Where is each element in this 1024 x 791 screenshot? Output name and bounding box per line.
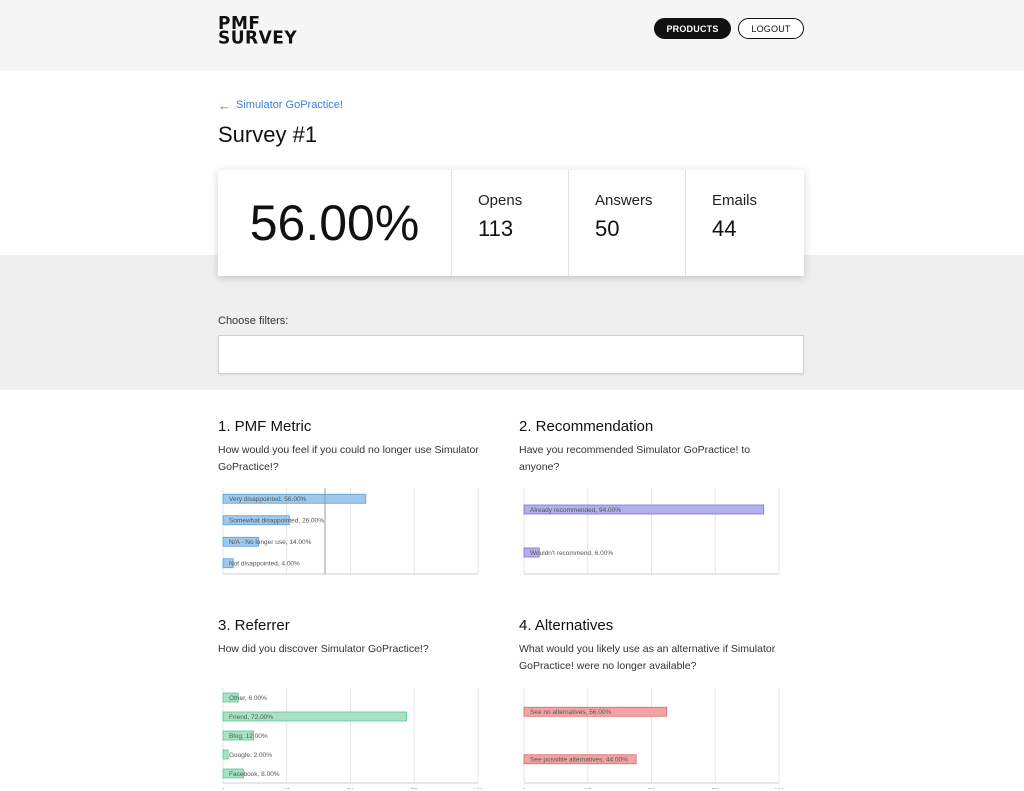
section-pmf-metric: 1. PMF Metric How would you feel if you … bbox=[218, 418, 488, 476]
top-bar: PMF SURVEY PRODUCTS LOGOUT bbox=[0, 0, 1024, 71]
bar-data-label: N/A - No longer use, 14.00% bbox=[229, 539, 312, 546]
chart-recommendation: 0255075100Already recommended, 94.00%Wou… bbox=[519, 486, 787, 578]
filters-label: Choose filters: bbox=[218, 315, 289, 327]
bar-data-label: Already recommended, 94.00% bbox=[530, 507, 621, 514]
stat-answers-value: 50 bbox=[595, 216, 620, 241]
products-button[interactable]: PRODUCTS bbox=[654, 18, 731, 39]
bar-data-label: Not disappointed, 4.00% bbox=[229, 561, 300, 568]
section-title: 1. PMF Metric bbox=[218, 418, 312, 435]
section-question: Have you recommended Simulator GoPractic… bbox=[519, 444, 751, 473]
stat-opens-label: Opens bbox=[478, 192, 523, 209]
x-tick-label: 75 bbox=[411, 788, 419, 789]
bar-chart: 0255075100Already recommended, 94.00%Wou… bbox=[523, 488, 780, 575]
arrow-left-icon: ← bbox=[218, 97, 231, 113]
back-link[interactable]: ← Simulator GoPractice! bbox=[218, 97, 343, 113]
page-title: Survey #1 bbox=[218, 122, 318, 147]
section-title: 3. Referrer bbox=[218, 617, 290, 634]
stat-answers-label: Answers bbox=[595, 192, 653, 209]
stat-opens: Opens 113 bbox=[452, 170, 569, 276]
bar-chart: 0 25 50 75 100 See no alternatives, 56.00% See… bbox=[522, 688, 785, 789]
logout-button[interactable]: LOGOUT bbox=[738, 18, 804, 39]
section-alternatives: 4. Alternatives What would you likely us… bbox=[519, 617, 789, 675]
bar-data-label: Very disappointed, 56.00% bbox=[229, 496, 307, 503]
chart-pmf-metric: 0255075100Very disappointed, 56.00%Somew… bbox=[218, 486, 486, 578]
bar-chart: 0255075100Very disappointed, 56.00%Somew… bbox=[222, 488, 479, 575]
x-tick-label: 50 bbox=[347, 788, 355, 789]
section-title: 2. Recommendation bbox=[519, 418, 654, 435]
section-question: How did you discover Simulator GoPractic… bbox=[218, 643, 429, 655]
section-question: How would you feel if you could no longe… bbox=[218, 444, 479, 473]
pmf-score: 56.00% bbox=[218, 170, 452, 276]
stat-opens-value: 113 bbox=[478, 216, 514, 241]
section-title: 4. Alternatives bbox=[519, 617, 614, 634]
bar bbox=[222, 749, 229, 760]
bar-data-label: Somewhat disappointed, 26.00% bbox=[229, 518, 324, 525]
stat-emails: Emails 44 bbox=[686, 170, 803, 276]
bar-data-label: See possible alternatives, 44.00% bbox=[530, 757, 628, 764]
filters-input[interactable] bbox=[218, 335, 804, 374]
stat-emails-value: 44 bbox=[712, 216, 737, 241]
x-tick-label: 75 bbox=[712, 788, 720, 789]
back-link-label: Simulator GoPractice! bbox=[236, 99, 343, 111]
logo[interactable]: PMF SURVEY bbox=[218, 15, 298, 49]
x-tick-label: 0 bbox=[221, 788, 225, 789]
x-tick-label: 0 bbox=[522, 788, 526, 789]
stat-emails-label: Emails bbox=[712, 192, 758, 209]
bar-chart: 0 25 50 75 100 Other, 6.00% Friend, 72.00% Blog… bbox=[221, 688, 484, 789]
x-tick-label: 100 bbox=[774, 788, 785, 789]
bar-data-label: Google, 2.00% bbox=[229, 752, 272, 759]
chart-referrer: 0 25 50 75 100 Other, 6.00% Friend, 72.00% Blog… bbox=[218, 686, 486, 789]
logo-line-2: SURVEY bbox=[218, 27, 298, 49]
stats-card: 56.00% Opens 113 Answers 50 Emails 44 bbox=[218, 170, 804, 276]
section-recommendation: 2. Recommendation Have you recommended S… bbox=[519, 418, 789, 476]
x-tick-label: 25 bbox=[283, 788, 291, 789]
bar-data-label: Blog, 12.00% bbox=[229, 733, 268, 740]
section-question: What would you likely use as an alternat… bbox=[519, 643, 776, 672]
bar-data-label: Friend, 72.00% bbox=[229, 714, 273, 721]
x-tick-label: 25 bbox=[584, 788, 592, 789]
section-referrer: 3. Referrer How did you discover Simulat… bbox=[218, 617, 488, 658]
x-tick-label: 100 bbox=[473, 788, 484, 789]
x-tick-label: 50 bbox=[648, 788, 656, 789]
stat-answers: Answers 50 bbox=[569, 170, 686, 276]
chart-alternatives: 0 25 50 75 100 See no alternatives, 56.00% See… bbox=[519, 686, 787, 789]
bar-data-label: Facebook, 8.00% bbox=[229, 771, 280, 778]
bar-data-label: Wouldn't recommend, 6.00% bbox=[530, 550, 613, 557]
bar-data-label: Other, 6.00% bbox=[229, 695, 267, 702]
bar-data-label: See no alternatives, 56.00% bbox=[530, 709, 612, 716]
